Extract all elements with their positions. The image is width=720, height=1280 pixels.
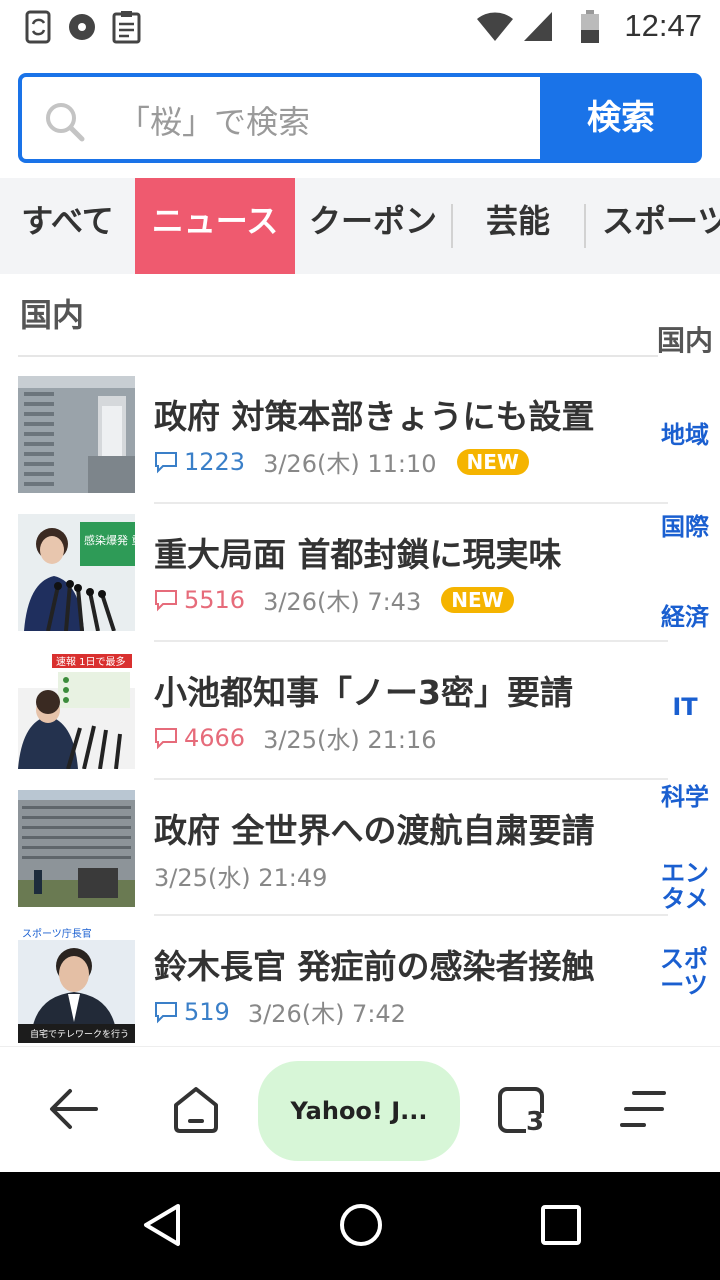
comment-icon: [154, 1000, 178, 1024]
wifi-icon: [476, 10, 514, 46]
article-title[interactable]: 鈴木長官 発症前の感染者接触: [154, 940, 595, 988]
tab-count: 3: [526, 1107, 545, 1137]
article-title[interactable]: 重大局面 首都封鎖に現実味: [154, 528, 562, 576]
thumbnail-caption: スポーツ庁長官: [22, 927, 92, 940]
article-title[interactable]: 小池都知事「ノー3密」要請: [154, 666, 573, 714]
index-item-entertainment[interactable]: エンタメ: [656, 860, 714, 912]
article-title[interactable]: 政府 全世界への渡航自粛要請: [154, 804, 595, 852]
article-date: 3/26(木) 11:10: [263, 450, 437, 478]
article-title[interactable]: 政府 対策本部きょうにも設置: [154, 390, 595, 438]
news-item[interactable]: 政府 全世界への渡航自粛要請 3/25(水) 21:49: [18, 790, 650, 908]
article-thumbnail: スポーツ庁長官 自宅でテレワークを行う: [18, 926, 135, 1043]
article-date: 3/26(木) 7:42: [247, 1000, 406, 1028]
search-button[interactable]: 検索: [540, 73, 702, 163]
tab-all[interactable]: すべて: [0, 178, 135, 274]
list-divider: [154, 778, 668, 780]
search-bar: 「桜」で検索 検索: [0, 54, 720, 178]
article-meta: 4666 3/25(水) 21:16: [154, 720, 457, 755]
tab-sports[interactable]: スポーツ: [586, 178, 720, 274]
index-item-science[interactable]: 科学: [650, 784, 720, 810]
tab-entertainment[interactable]: 芸能: [453, 178, 583, 274]
thumbnail-caption: 速報 1日で最多: [56, 655, 126, 668]
section-divider: [18, 355, 658, 357]
new-badge: NEW: [441, 586, 514, 613]
search-placeholder: 「桜」で検索: [118, 103, 311, 141]
search-icon: [44, 101, 86, 147]
menu-icon: [620, 1091, 666, 1127]
system-home-icon[interactable]: [336, 1200, 386, 1250]
list-divider: [154, 502, 668, 504]
news-item[interactable]: 感染爆発 重 重大局面 首都封鎖に現実味 5516 3/26(木) 7:43 N…: [18, 514, 650, 632]
system-navigation-bar: [0, 1172, 720, 1280]
thumbnail-caption: 自宅でテレワークを行う: [30, 1028, 129, 1040]
home-icon: [174, 1087, 218, 1133]
comment-count: 5516: [184, 585, 246, 614]
article-thumbnail: 速報 1日で最多: [18, 652, 135, 769]
index-item-regional[interactable]: 地域: [650, 422, 720, 448]
battery-icon: [580, 10, 600, 48]
menu-button[interactable]: [604, 1069, 684, 1149]
category-index: 国内 地域 国際 経済 IT 科学 エンタメ: [650, 320, 720, 920]
article-meta: 5516 3/26(木) 7:43 NEW: [154, 582, 514, 617]
index-item-current[interactable]: 国内: [650, 327, 720, 355]
article-date: 3/25(水) 21:16: [263, 726, 437, 754]
disc-icon: [66, 10, 100, 48]
article-thumbnail: [18, 376, 135, 493]
comment-count: 1223: [184, 447, 246, 476]
search-input[interactable]: 「桜」で検索: [18, 73, 542, 163]
news-item[interactable]: 速報 1日で最多 小池都知事「ノー3密」要請 4666 3/25(水) 21:1…: [18, 652, 650, 770]
back-button[interactable]: [34, 1069, 114, 1149]
list-divider: [154, 640, 668, 642]
comment-icon: [154, 726, 178, 750]
news-item[interactable]: スポーツ庁長官 自宅でテレワークを行う 鈴木長官 発症前の感染者接触 519 3…: [18, 926, 650, 1044]
screen: 12:47 「桜」で検索 検索 すべて ニュース クーポン 芸能 スポーツ 国内…: [0, 0, 720, 1280]
article-meta: 519 3/26(木) 7:42: [154, 994, 426, 1029]
tab-coupon[interactable]: クーポン: [296, 178, 450, 274]
news-item[interactable]: 政府 対策本部きょうにも設置 1223 3/26(木) 11:10 NEW: [18, 376, 650, 494]
clock: 12:47: [624, 8, 702, 43]
index-item-it[interactable]: IT: [650, 694, 720, 720]
clipboard-icon: [112, 10, 142, 48]
tabs-button[interactable]: 3: [482, 1069, 562, 1149]
comment-icon: [154, 450, 178, 474]
index-item-international[interactable]: 国際: [650, 514, 720, 540]
comment-count: 519: [184, 997, 230, 1026]
article-date: 3/25(水) 21:49: [154, 864, 328, 892]
category-tabs: すべて ニュース クーポン 芸能 スポーツ: [0, 178, 720, 274]
home-button[interactable]: [156, 1069, 236, 1149]
tabs-icon: [498, 1087, 550, 1139]
thumbnail-caption: 感染爆発 重: [84, 533, 135, 547]
article-thumbnail: [18, 790, 135, 907]
sync-icon: [24, 10, 54, 48]
index-item-economy[interactable]: 経済: [650, 604, 720, 630]
list-divider: [154, 914, 668, 916]
article-meta: 1223 3/26(木) 11:10 NEW: [154, 444, 529, 479]
article-date: 3/26(木) 7:43: [263, 588, 422, 616]
browser-toolbar: Yahoo! J... 3: [0, 1046, 720, 1172]
comment-icon: [154, 588, 178, 612]
new-badge: NEW: [456, 448, 529, 475]
section-title: 国内: [20, 296, 85, 334]
signal-icon: [522, 10, 554, 46]
status-bar: 12:47: [0, 0, 720, 54]
comment-count: 4666: [184, 723, 246, 752]
tab-news[interactable]: ニュース: [135, 178, 295, 274]
article-thumbnail: 感染爆発 重: [18, 514, 135, 631]
current-tab-pill[interactable]: Yahoo! J...: [258, 1061, 460, 1161]
index-item-sports[interactable]: スポーツ: [656, 946, 712, 998]
system-recents-icon[interactable]: [536, 1200, 586, 1250]
system-back-icon[interactable]: [138, 1200, 188, 1250]
article-meta: 3/25(水) 21:49: [154, 858, 347, 893]
back-arrow-icon: [50, 1089, 98, 1129]
